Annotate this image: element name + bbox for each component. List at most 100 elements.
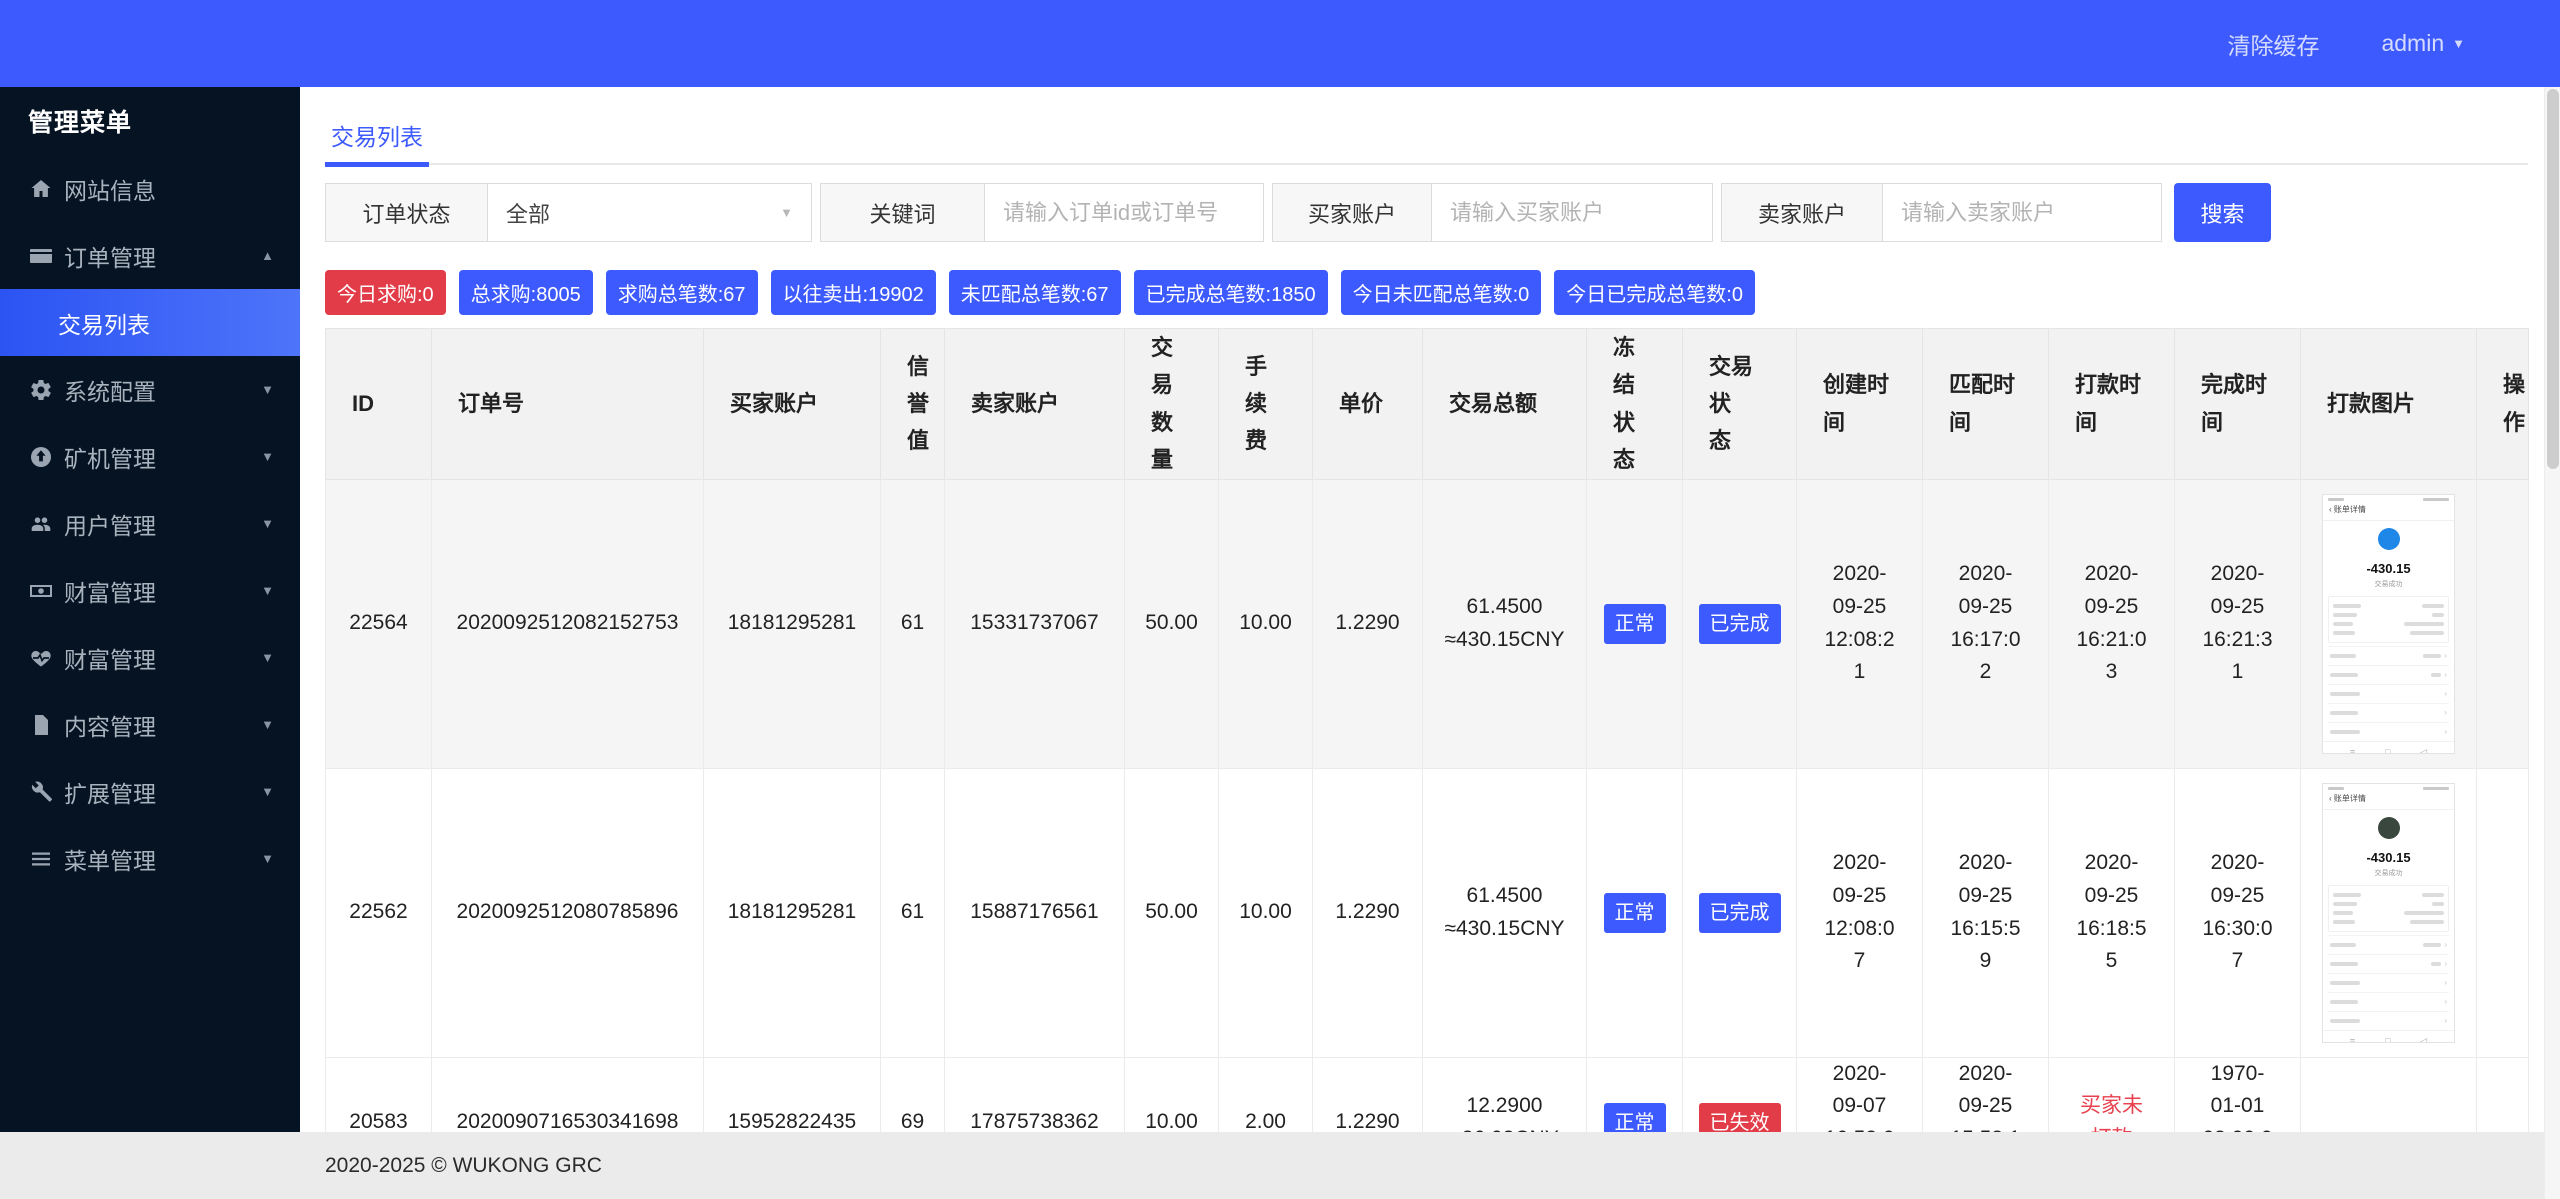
keyword-label: 关键词	[820, 183, 985, 242]
receipt-status: 交易成功	[2323, 869, 2454, 880]
scrollbar-track[interactable]	[2544, 87, 2560, 1199]
stat-badge: 今日未匹配总笔数:0	[1341, 270, 1542, 315]
sidebar-item-money[interactable]: 财富管理▼	[0, 557, 300, 624]
column-header: 打款时 间	[2049, 329, 2175, 480]
table-row: 2256220200925120807858961818129528161158…	[326, 768, 2529, 1057]
cell-fee: 10.00	[1219, 768, 1313, 1057]
buyer-group: 买家账户	[1272, 183, 1713, 242]
scrollbar-thumb[interactable]	[2547, 89, 2559, 469]
column-header: 交易总额	[1423, 329, 1587, 480]
sidebar-item-trade-list[interactable]: 交易列表	[0, 289, 300, 356]
sidebar-item-document[interactable]: 内容管理 ▼	[0, 691, 300, 758]
cell-credit: 61	[881, 768, 945, 1057]
stat-badge: 求购总笔数:67	[606, 270, 758, 315]
copyright-text: 2020-2025 © WUKONG GRC	[325, 1154, 602, 1178]
cell-freeze_status: 正常	[1587, 768, 1683, 1057]
chevron-down-icon: ▼	[261, 717, 274, 732]
column-header: 交易 数量	[1125, 329, 1219, 480]
cell-quantity: 50.00	[1125, 768, 1219, 1057]
column-header: 交易状 态	[1683, 329, 1797, 480]
cell-unit_price: 1.2290	[1313, 479, 1423, 768]
buyer-label: 买家账户	[1272, 183, 1432, 242]
filter-bar: 订单状态 全部 ▼ 关键词 买家账户 卖家账户	[325, 183, 2528, 242]
column-header: 手续 费	[1219, 329, 1313, 480]
order-status-label: 订单状态	[325, 183, 488, 242]
phone-nav-icons: ≡□◁	[2323, 1030, 2454, 1043]
cell-matched_at: 2020-09-25 16:15:59	[1923, 768, 2049, 1057]
cell-id: 22562	[326, 768, 432, 1057]
stat-badge: 以往卖出:19902	[771, 270, 936, 315]
seller-input[interactable]	[1882, 183, 2162, 242]
cell-total: 61.4500 ≈430.15CNY	[1423, 479, 1587, 768]
order-status-select[interactable]: 全部 ▼	[487, 183, 812, 242]
receipt-title: ‹ 账单详情	[2323, 501, 2454, 521]
cell-total: 61.4500 ≈430.15CNY	[1423, 768, 1587, 1057]
column-header: 单价	[1313, 329, 1423, 480]
payment-image[interactable]: ‹ 账单详情-430.15交易成功›››››≡□◁	[2322, 783, 2455, 1043]
users-icon	[28, 512, 54, 536]
sidebar-item-label: 内容管理	[64, 708, 156, 742]
menu-icon	[28, 847, 54, 871]
clear-cache-link[interactable]: 清除缓存	[2227, 27, 2319, 61]
footer: 2020-2025 © WUKONG GRC	[0, 1132, 2560, 1199]
wrench-icon	[28, 780, 54, 804]
buyer-input[interactable]	[1431, 183, 1713, 242]
sidebar-item-wrench[interactable]: 扩展管理 ▼	[0, 758, 300, 825]
cell-created_at: 2020-09-25 12:08:21	[1797, 479, 1923, 768]
cell-completed_at: 2020-09-25 16:21:31	[2175, 479, 2301, 768]
sidebar: 管理菜单 网站信息订单管理▲交易列表系统配置▼矿机管理▼用户管理▼财富管理▼财富…	[0, 87, 300, 1132]
keyword-input[interactable]	[984, 183, 1264, 242]
sidebar-item-home[interactable]: 网站信息	[0, 155, 300, 222]
sidebar-item-label: 订单管理	[64, 239, 156, 273]
sidebar-item-label: 扩展管理	[64, 775, 156, 809]
status-badge: 已完成	[1699, 604, 1781, 644]
sidebar-item-users[interactable]: 用户管理 ▼	[0, 490, 300, 557]
sidebar-title: 管理菜单	[0, 87, 300, 155]
sidebar-item-card[interactable]: 订单管理▲	[0, 222, 300, 289]
home-icon	[28, 177, 54, 201]
column-header: 打款图片	[2301, 329, 2477, 480]
cell-order_no: 2020092512080785896	[432, 768, 704, 1057]
column-header: 冻结 状态	[1587, 329, 1683, 480]
chevron-down-icon: ▼	[261, 851, 274, 866]
column-header: 信 誉 值	[881, 329, 945, 480]
main-content: 交易列表 订单状态 全部 ▼ 关键词 买家账户	[300, 87, 2560, 1132]
sidebar-item-gears[interactable]: 系统配置▼	[0, 356, 300, 423]
sidebar-item-label: 财富管理	[64, 641, 156, 675]
sidebar-item-miner[interactable]: 矿机管理▼	[0, 423, 300, 490]
column-header: 买家账户	[704, 329, 881, 480]
tab-trade-list[interactable]: 交易列表	[325, 107, 429, 167]
stat-badge: 今日求购:0	[325, 270, 446, 315]
chevron-down-icon: ▼	[780, 205, 793, 220]
receipt-status: 交易成功	[2323, 580, 2454, 591]
sidebar-item-menu[interactable]: 菜单管理 ▼	[0, 825, 300, 892]
sidebar-item-label: 网站信息	[64, 172, 156, 206]
health-icon	[28, 646, 54, 670]
payment-image[interactable]: ‹ 账单详情-430.15交易成功›››››≡□◁	[2322, 494, 2455, 754]
search-button[interactable]: 搜索	[2174, 183, 2271, 242]
sidebar-item-label: 交易列表	[58, 306, 150, 340]
receipt-amount: -430.15	[2323, 559, 2454, 579]
sidebar-item-label: 用户管理	[64, 507, 156, 541]
cell-freeze_status: 正常	[1587, 479, 1683, 768]
chevron-down-icon: ▼	[261, 784, 274, 799]
receipt-title: ‹ 账单详情	[2323, 790, 2454, 810]
sidebar-item-health[interactable]: 财富管理▼	[0, 624, 300, 691]
column-header: ID	[326, 329, 432, 480]
sidebar-item-label: 矿机管理	[64, 440, 156, 474]
cell-trade_status: 已完成	[1683, 768, 1797, 1057]
cell-matched_at: 2020-09-25 16:17:02	[1923, 479, 2049, 768]
stats-row: 今日求购:0总求购:8005求购总笔数:67以往卖出:19902未匹配总笔数:6…	[325, 270, 2528, 315]
stat-badge: 总求购:8005	[459, 270, 593, 315]
cell-quantity: 50.00	[1125, 479, 1219, 768]
column-header: 完成时 间	[2175, 329, 2301, 480]
user-menu[interactable]: admin ▼	[2381, 30, 2465, 57]
cell-action	[2477, 768, 2529, 1057]
avatar	[2378, 528, 2400, 550]
seller-group: 卖家账户	[1721, 183, 2162, 242]
cell-trade_status: 已完成	[1683, 479, 1797, 768]
chevron-down-icon: ▼	[261, 516, 274, 531]
stat-badge: 今日已完成总笔数:0	[1554, 270, 1755, 315]
cell-paid_at: 2020-09-25 16:18:55	[2049, 768, 2175, 1057]
sidebar-item-label: 菜单管理	[64, 842, 156, 876]
